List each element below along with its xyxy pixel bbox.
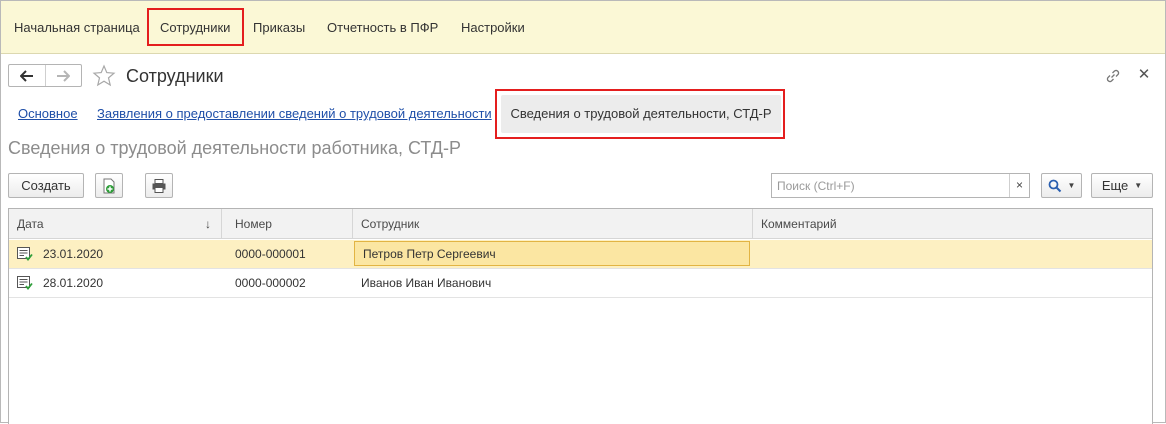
tab-std-r[interactable]: Сведения о трудовой деятельности, СТД-Р: [501, 95, 781, 133]
posted-document-icon: [17, 247, 33, 261]
chevron-down-icon: ▼: [1134, 181, 1143, 190]
sort-down-icon: ↓: [205, 217, 211, 231]
search-input[interactable]: Поиск (Ctrl+F): [772, 179, 1009, 193]
tab-main[interactable]: Основное: [18, 106, 78, 121]
posted-document-icon: [17, 276, 33, 290]
history-nav: [8, 64, 82, 87]
column-header-comment[interactable]: Комментарий: [753, 209, 1152, 239]
search-clear-icon[interactable]: ×: [1009, 174, 1029, 197]
cell-comment: [753, 240, 761, 268]
section-pfr-reports[interactable]: Отчетность в ПФР: [327, 1, 438, 54]
arrow-left-icon: [19, 69, 33, 82]
section-orders[interactable]: Приказы: [253, 1, 305, 54]
more-label: Еще: [1101, 178, 1129, 193]
favorite-star-icon[interactable]: [92, 64, 116, 88]
document-add-icon: [103, 178, 115, 193]
tab-work-info-requests[interactable]: Заявления о предоставлении сведений о тр…: [97, 106, 492, 121]
cell-number: 0000-000001: [235, 247, 306, 261]
column-header-employee[interactable]: Сотрудник: [353, 209, 753, 239]
print-button[interactable]: [145, 173, 173, 198]
sections-panel: Начальная страница Сотрудники Приказы От…: [1, 1, 1165, 54]
printer-icon: [152, 178, 166, 193]
link-icon[interactable]: [1104, 67, 1122, 85]
add-from-template-button[interactable]: [95, 173, 123, 198]
search-field[interactable]: Поиск (Ctrl+F) ×: [771, 173, 1030, 198]
forward-button[interactable]: [44, 65, 81, 86]
cell-employee: Иванов Иван Иванович: [361, 276, 492, 290]
cell-comment: [753, 269, 761, 297]
cell-number: 0000-000002: [235, 276, 306, 290]
form-title: Сведения о трудовой деятельности работни…: [8, 138, 461, 158]
table-header: Дата ↓ Номер Сотрудник Комментарий: [9, 209, 1152, 239]
search-icon: [1048, 179, 1061, 192]
back-button[interactable]: [9, 65, 45, 86]
column-header-number[interactable]: Номер: [227, 209, 353, 239]
section-employees[interactable]: Сотрудники: [160, 1, 230, 54]
documents-table[interactable]: Дата ↓ Номер Сотрудник Комментарий 23.01…: [8, 208, 1153, 424]
window-title: Сотрудники: [126, 66, 224, 86]
column-header-date[interactable]: Дата ↓: [9, 209, 222, 239]
more-button[interactable]: Еще ▼: [1091, 173, 1153, 198]
create-button[interactable]: Создать: [8, 173, 84, 198]
section-home[interactable]: Начальная страница: [14, 1, 140, 54]
close-icon[interactable]: ✕: [1135, 65, 1153, 85]
cell-date: 23.01.2020: [43, 247, 104, 261]
search-options-button[interactable]: ▼: [1041, 173, 1082, 198]
table-row[interactable]: 23.01.2020 0000-000001 Петров Петр Серге…: [9, 240, 1152, 269]
table-row[interactable]: 28.01.2020 0000-000002 Иванов Иван Ивано…: [9, 269, 1152, 298]
chevron-down-icon: ▼: [1067, 181, 1076, 190]
cell-date: 28.01.2020: [43, 276, 104, 290]
section-settings[interactable]: Настройки: [461, 1, 525, 54]
cell-employee[interactable]: Петров Петр Сергеевич: [354, 241, 750, 266]
arrow-right-icon: [57, 69, 71, 82]
